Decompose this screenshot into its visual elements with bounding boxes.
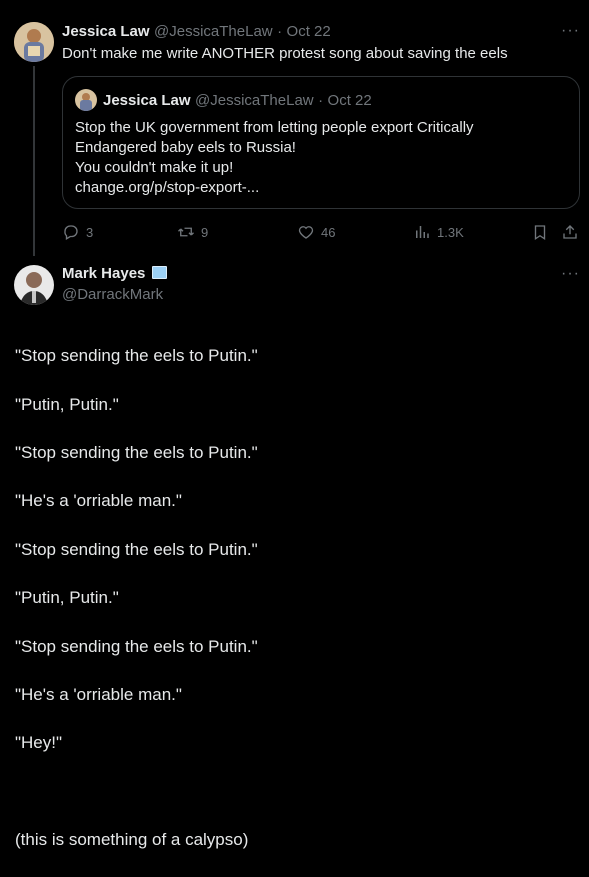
retweet-count: 9: [201, 224, 209, 240]
quote-text-line: Stop the UK government from letting peop…: [75, 119, 474, 136]
like-count: 46: [321, 224, 336, 240]
reply-line: "Putin, Putin.": [15, 588, 119, 608]
quote-separator: ·: [318, 92, 324, 109]
quote-author-name: Jessica Law: [103, 92, 191, 109]
tweet-text: Don't make me write ANOTHER protest song…: [62, 45, 508, 62]
retweet-icon: [178, 227, 194, 237]
views-count: 1.3K: [437, 224, 464, 240]
share-button[interactable]: [561, 223, 585, 241]
reply-line-blank: [15, 780, 575, 804]
reply-author-handle[interactable]: @DarrackMark: [62, 286, 163, 303]
views-button[interactable]: 1.3K: [413, 223, 464, 241]
reply-line: "Stop sending the eels to Putin.": [15, 346, 258, 366]
views-icon: [416, 226, 429, 238]
more-options-icon[interactable]: ···: [561, 22, 580, 40]
quote-header: Jessica Law @JessicaTheLaw · Oct 22: [103, 92, 372, 110]
author-handle[interactable]: @JessicaTheLaw: [154, 23, 273, 40]
reply-header: Mark Hayes: [62, 265, 167, 283]
quote-author-handle: @JessicaTheLaw: [195, 92, 314, 109]
reply-line: "He's a 'orriable man.": [15, 685, 182, 705]
more-options-icon[interactable]: ···: [561, 265, 580, 283]
thread-line: [33, 66, 35, 256]
reply-icon: [64, 225, 78, 240]
quote-text-line: Endangered baby eels to Russia!: [75, 139, 296, 156]
reply-line: (this is something of a calypso): [15, 830, 249, 850]
quote-date: Oct 22: [327, 92, 372, 109]
bookmark-button[interactable]: [531, 223, 555, 241]
bookmark-icon: [534, 225, 546, 241]
reply-line: "Stop sending the eels to Putin.": [15, 539, 258, 559]
reply-line: "Stop sending the eels to Putin.": [15, 443, 258, 463]
reply-author-name[interactable]: Mark Hayes: [62, 265, 145, 282]
quote-link[interactable]: change.org/p/stop-export-...: [75, 178, 570, 198]
reply-count: 3: [86, 224, 94, 240]
quote-text-line: You couldn't make it up!: [75, 159, 234, 176]
avatar-image: [14, 265, 54, 305]
tweet-header: Jessica Law @JessicaTheLaw · Oct 22: [62, 23, 331, 41]
quote-avatar: [75, 89, 97, 111]
tweet-date[interactable]: Oct 22: [287, 23, 331, 40]
reply-line: "Putin, Putin.": [15, 394, 119, 414]
avatar-mark[interactable]: [14, 265, 54, 305]
quoted-tweet[interactable]: Jessica Law @JessicaTheLaw · Oct 22 Stop…: [62, 76, 580, 209]
book-emoji-icon: [151, 266, 167, 279]
like-button[interactable]: 46: [297, 223, 335, 241]
reply-line: "Stop sending the eels to Putin.": [15, 636, 258, 656]
reply-button[interactable]: 3: [62, 223, 93, 241]
avatar-image: [14, 22, 54, 62]
share-icon: [563, 225, 577, 239]
author-name[interactable]: Jessica Law: [62, 23, 150, 40]
reply-text: "Stop sending the eels to Putin." "Putin…: [15, 320, 575, 877]
reply-line: "Hey!": [15, 733, 63, 753]
reply-line: "He's a 'orriable man.": [15, 491, 182, 511]
quote-text: Stop the UK government from letting peop…: [75, 118, 570, 198]
separator: ·: [277, 23, 283, 40]
like-icon: [298, 226, 314, 239]
avatar-jessica[interactable]: [14, 22, 54, 62]
retweet-button[interactable]: 9: [177, 223, 208, 241]
